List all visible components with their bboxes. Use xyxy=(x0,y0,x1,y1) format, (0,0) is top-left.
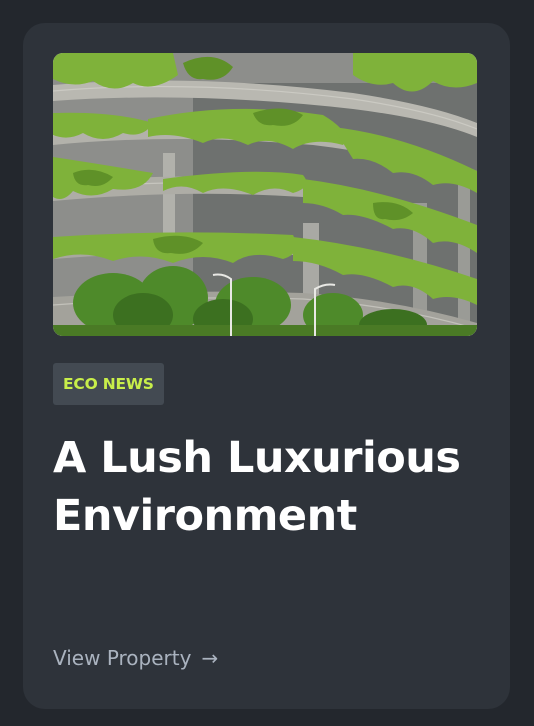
category-badge: ECO NEWS xyxy=(53,363,164,405)
property-card: ECO NEWS A Lush Luxurious Environment Vi… xyxy=(23,23,510,709)
card-title: A Lush Luxurious Environment xyxy=(53,433,461,541)
view-property-label: View Property xyxy=(53,646,192,670)
arrow-right-icon: → xyxy=(201,646,219,670)
property-image[interactable] xyxy=(53,53,477,336)
view-property-link[interactable]: View Property → xyxy=(53,646,218,670)
